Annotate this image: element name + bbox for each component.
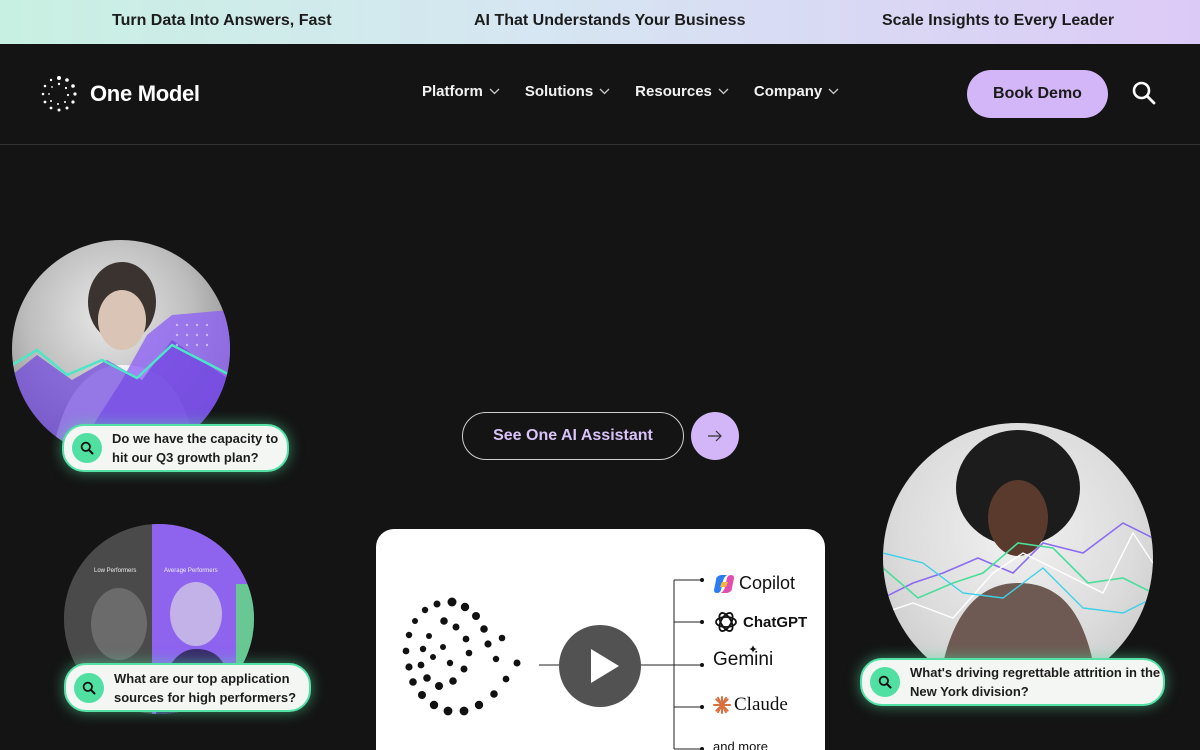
question-chip[interactable]: Do we have the capacity to hit our Q3 gr… [62,424,289,472]
integration-copilot: Copilot [713,573,795,594]
cta-arrow-button[interactable] [691,412,739,460]
menu-label: Platform [422,83,483,100]
integration-chatgpt: ChatGPT [713,609,807,635]
search-icon [1132,81,1156,105]
announcement-item[interactable]: Turn Data Into Answers, Fast [112,12,332,30]
announcement-item[interactable]: AI That Understands Your Business [474,12,745,30]
sparkle-icon [749,645,757,653]
search-icon [72,433,102,463]
menu-resources[interactable]: Resources [635,83,729,100]
announcement-bar: Turn Data Into Answers, Fast AI That Und… [0,0,1200,44]
menu-label: Resources [635,83,712,100]
question-chip[interactable]: What are our top application sources for… [64,663,311,712]
play-video-button[interactable] [559,625,641,707]
claude-icon [713,696,731,714]
question-text: Do we have the capacity to hit our Q3 gr… [112,431,279,465]
integration-video-card: Copilot ChatGPT Gemini Claude and more [376,529,825,750]
integration-name: Gemini [713,649,774,670]
play-icon [591,649,619,683]
menu-platform[interactable]: Platform [422,83,500,100]
integration-name: Copilot [739,573,796,593]
menu-solutions[interactable]: Solutions [525,83,610,100]
main-nav: One Model Platform Solutions Resources C… [0,44,1200,145]
integration-name: Claude [734,694,788,715]
arrow-right-icon [708,430,722,442]
integration-gemini: Gemini [713,645,774,671]
copilot-icon [714,574,734,593]
see-ai-assistant-button[interactable]: See One AI Assistant [462,412,684,460]
question-chip[interactable]: What's driving regrettable attrition in … [860,658,1165,706]
menu-company[interactable]: Company [754,83,839,100]
menu-label: Solutions [524,83,594,100]
chatgpt-icon [715,612,737,632]
announcement-item[interactable]: Scale Insights to Every Leader [882,12,1114,30]
logo[interactable]: One Model [40,75,200,113]
chart-label-low: Low Performers [94,568,136,574]
search-button[interactable] [1130,79,1158,107]
integration-name: and more [713,739,768,750]
main-menu: Platform Solutions Resources Company [422,83,864,100]
chevron-down-icon [489,88,500,95]
search-icon [870,667,900,697]
integration-claude: Claude [713,694,788,716]
chevron-down-icon [828,88,839,95]
portrait-image [883,423,1153,693]
integration-name: ChatGPT [743,613,808,631]
book-demo-button[interactable]: Book Demo [967,70,1108,118]
portrait-illustration [883,430,1153,693]
chevron-down-icon [599,88,610,95]
chevron-down-icon [718,88,729,95]
logo-text: One Model [90,81,200,106]
question-text: What are our top application sources for… [114,670,297,705]
search-icon [74,672,104,703]
integration-more: and more [713,739,768,750]
one-model-mark-icon [402,597,521,716]
question-text: What's driving regrettable attrition in … [910,665,1161,699]
chart-label-average: Average Performers [164,568,218,574]
logo-icon [41,76,77,112]
menu-label: Company [753,83,823,100]
